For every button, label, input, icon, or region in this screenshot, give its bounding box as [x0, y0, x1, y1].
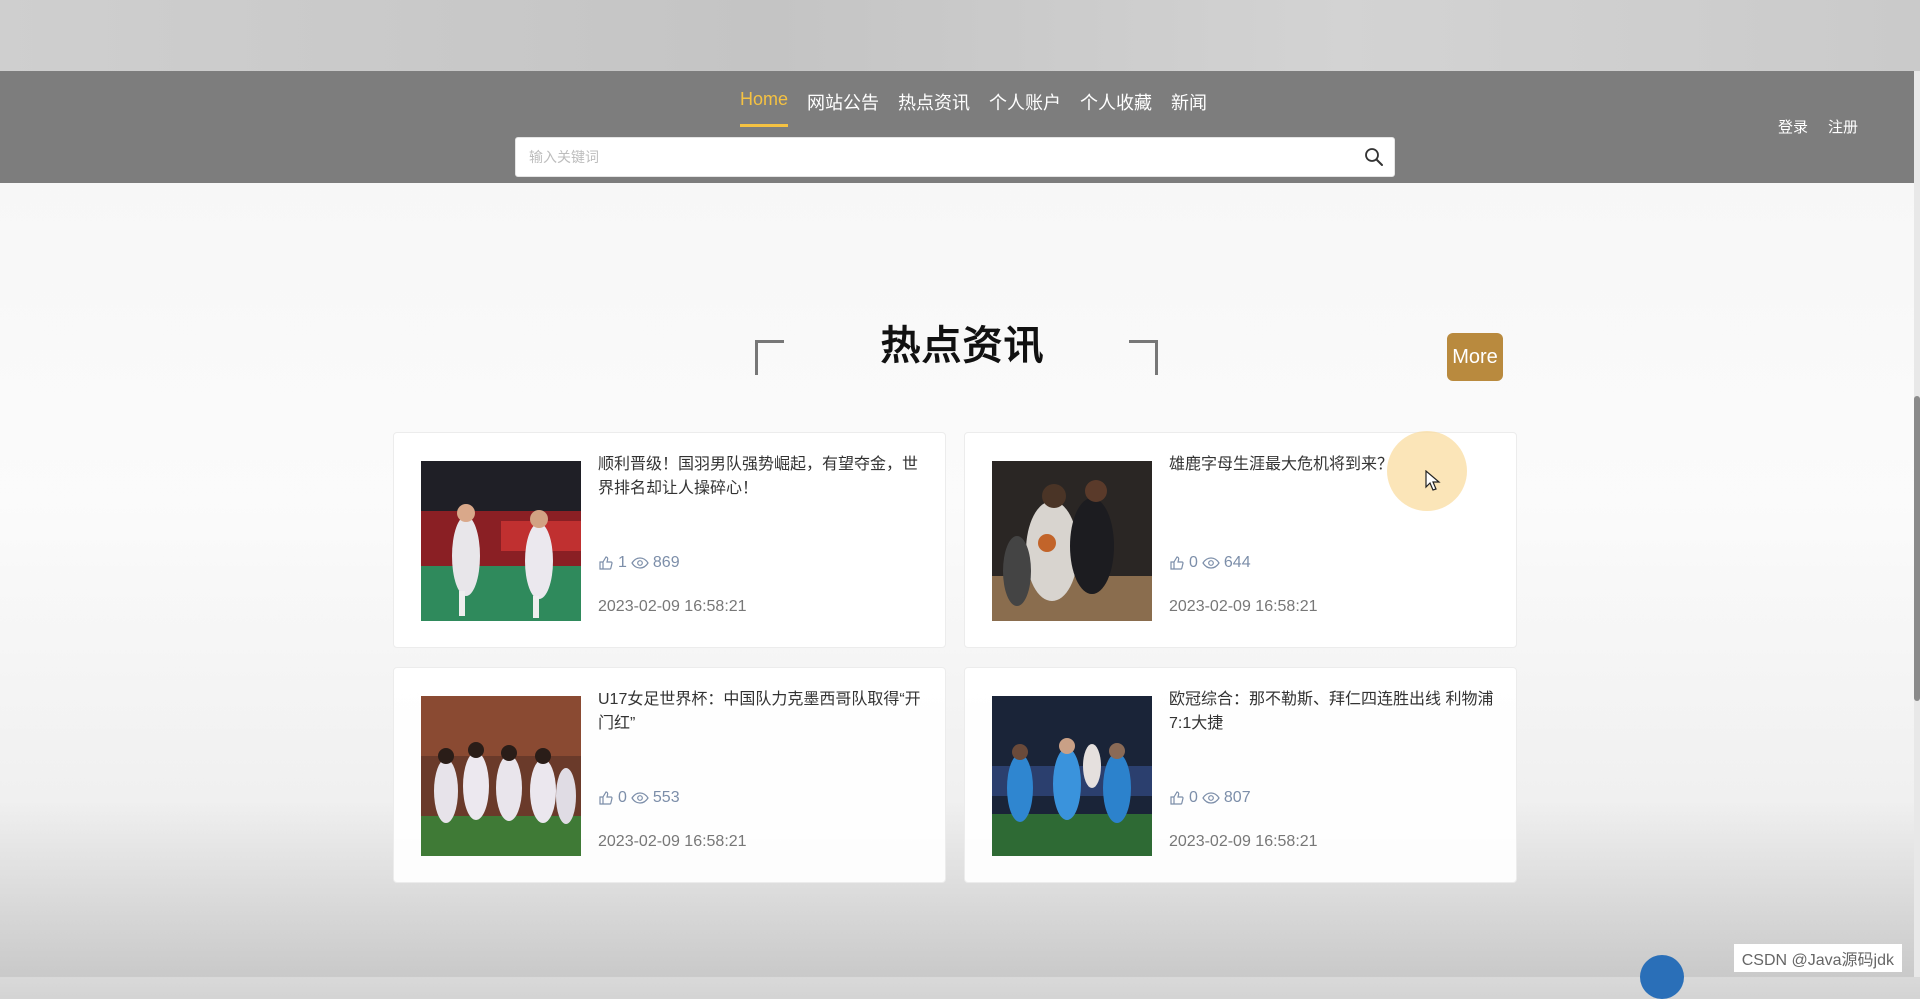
search-icon[interactable]	[1364, 147, 1384, 167]
view-count: 553	[652, 789, 680, 806]
section-title: 热点资讯	[880, 324, 1045, 368]
thumbs-up-icon[interactable]	[1169, 555, 1185, 571]
search-input[interactable]	[516, 138, 1362, 176]
article-stats: 0 553	[598, 789, 680, 807]
eye-icon	[1202, 557, 1220, 569]
login-link[interactable]: 登录	[1778, 116, 1808, 137]
nav-news[interactable]: 新闻	[1171, 89, 1207, 127]
recording-badge	[1640, 955, 1684, 999]
article-date: 2023-02-09 16:58:21	[598, 598, 747, 615]
thumbs-up-icon[interactable]	[598, 555, 614, 571]
mouse-cursor-icon	[1425, 470, 1441, 491]
article-card[interactable]: 欧冠综合：那不勒斯、拜仁四连胜出线 利物浦7:1大捷 0 807 2023-02…	[964, 667, 1517, 883]
eye-icon	[1202, 792, 1220, 804]
article-card[interactable]: U17女足世界杯：中国队力克墨西哥队取得“开门红” 0 553 2023-02-…	[393, 667, 946, 883]
article-stats: 1 869	[598, 554, 680, 572]
thumbs-up-icon[interactable]	[1169, 790, 1185, 806]
like-count: 1	[618, 554, 627, 571]
like-count: 0	[1189, 789, 1198, 806]
article-image-badminton[interactable]	[421, 461, 581, 621]
nav-home[interactable]: Home	[740, 89, 789, 127]
eye-icon	[631, 792, 649, 804]
like-count: 0	[618, 789, 627, 806]
article-image-champions-league[interactable]	[992, 696, 1152, 856]
view-count: 644	[1223, 554, 1251, 571]
nav-announcements[interactable]: 网站公告	[807, 89, 879, 127]
article-title[interactable]: U17女足世界杯：中国队力克墨西哥队取得“开门红”	[598, 688, 923, 736]
more-button[interactable]: More	[1447, 333, 1503, 381]
thumbs-up-icon[interactable]	[598, 790, 614, 806]
article-title[interactable]: 欧冠综合：那不勒斯、拜仁四连胜出线 利物浦7:1大捷	[1169, 688, 1494, 736]
search-bar	[515, 137, 1395, 177]
page-scrollbar[interactable]	[1914, 71, 1920, 977]
article-date: 2023-02-09 16:58:21	[1169, 833, 1318, 850]
nav-favorites[interactable]: 个人收藏	[1080, 89, 1152, 127]
article-stats: 0 644	[1169, 554, 1251, 572]
view-count: 869	[652, 554, 680, 571]
auth-links: 登录 注册	[1778, 116, 1858, 137]
article-stats: 0 807	[1169, 789, 1251, 807]
nav-hot-news[interactable]: 热点资讯	[898, 89, 970, 127]
article-image-basketball[interactable]	[992, 461, 1152, 621]
article-title[interactable]: 顺利晋级！国羽男队强势崛起，有望夺金，世界排名却让人操碎心！	[598, 453, 923, 501]
eye-icon	[631, 557, 649, 569]
top-navigation-bar: Home 网站公告 热点资讯 个人账户 个人收藏 新闻 登录 注册	[0, 71, 1920, 183]
article-card[interactable]: 顺利晋级！国羽男队强势崛起，有望夺金，世界排名却让人操碎心！ 1 869 202…	[393, 432, 946, 648]
title-bracket-left	[755, 340, 784, 375]
article-image-womens-football[interactable]	[421, 696, 581, 856]
article-date: 2023-02-09 16:58:21	[598, 833, 747, 850]
scrollbar-thumb[interactable]	[1914, 396, 1920, 701]
article-date: 2023-02-09 16:58:21	[1169, 598, 1318, 615]
nav-account[interactable]: 个人账户	[989, 89, 1061, 127]
view-count: 807	[1223, 789, 1251, 806]
register-link[interactable]: 注册	[1828, 116, 1858, 137]
watermark: CSDN @Java源码jdk	[1733, 944, 1902, 972]
like-count: 0	[1189, 554, 1198, 571]
header-background-banner	[0, 0, 1920, 71]
main-nav: Home 网站公告 热点资讯 个人账户 个人收藏 新闻	[740, 89, 1207, 127]
title-bracket-right	[1129, 340, 1158, 375]
